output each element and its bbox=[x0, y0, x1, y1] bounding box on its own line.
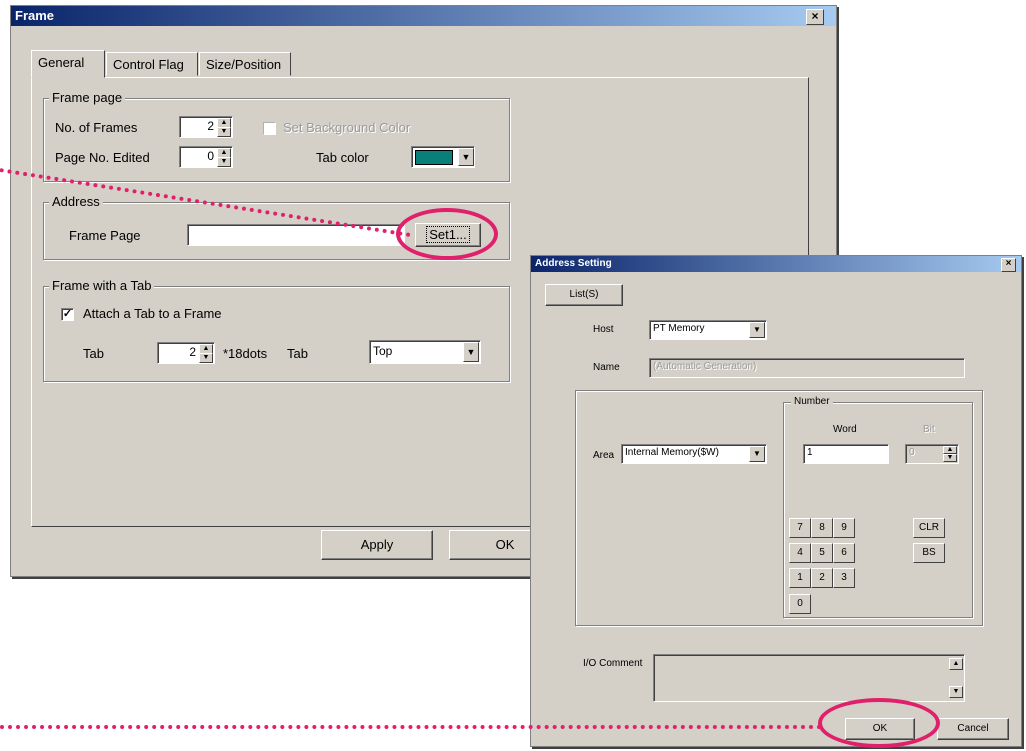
tab-general[interactable]: General bbox=[31, 50, 105, 78]
address-cancel-button-label: Cancel bbox=[957, 723, 989, 734]
io-comment-label: I/O Comment bbox=[583, 658, 643, 669]
name-label: Name bbox=[593, 362, 620, 373]
bit-value: 0 bbox=[909, 447, 915, 458]
annotation-dotted-line-bottom bbox=[0, 725, 822, 729]
key-7[interactable]: 7 bbox=[789, 518, 811, 538]
address-legend: Address bbox=[49, 194, 103, 209]
word-label: Word bbox=[833, 424, 857, 435]
page-no-edited-value: 0 bbox=[207, 149, 214, 163]
frame-page-group bbox=[43, 98, 510, 182]
key-1[interactable]: 1 bbox=[789, 568, 811, 588]
key-3[interactable]: 3 bbox=[833, 568, 855, 588]
page-no-edited-label: Page No. Edited bbox=[55, 150, 150, 165]
key-6[interactable]: 6 bbox=[833, 543, 855, 563]
close-icon[interactable]: × bbox=[806, 9, 824, 25]
spin-down-icon[interactable]: ▼ bbox=[199, 353, 213, 363]
no-of-frames-value: 2 bbox=[207, 119, 214, 133]
tab-color-label: Tab color bbox=[316, 150, 369, 165]
word-input[interactable]: 1 bbox=[803, 444, 889, 464]
chevron-down-icon[interactable]: ▼ bbox=[749, 446, 765, 462]
set-bg-color-checkbox[interactable] bbox=[263, 122, 276, 135]
frame-dialog-title: Frame bbox=[15, 8, 55, 23]
key-8[interactable]: 8 bbox=[811, 518, 833, 538]
annotation-ring-ok-button bbox=[818, 698, 940, 748]
scroll-up-icon[interactable]: ▲ bbox=[949, 658, 963, 670]
tab-size-label: Tab bbox=[83, 346, 104, 361]
close-icon[interactable]: × bbox=[1001, 258, 1016, 272]
frame-with-tab-legend: Frame with a Tab bbox=[49, 278, 155, 293]
tab-position-label: Tab bbox=[287, 346, 308, 361]
list-button[interactable]: List(S) bbox=[545, 284, 623, 306]
key-5[interactable]: 5 bbox=[811, 543, 833, 563]
word-value: 1 bbox=[807, 447, 813, 458]
area-select[interactable]: Internal Memory($W) bbox=[621, 444, 767, 464]
set-bg-color-label: Set Background Color bbox=[283, 120, 411, 135]
tab-size-unit-label: *18dots bbox=[223, 346, 268, 361]
frame-page-address-label: Frame Page bbox=[69, 228, 141, 243]
bs-button[interactable]: BS bbox=[913, 543, 945, 563]
io-comment-input[interactable] bbox=[653, 654, 965, 702]
spin-up-icon: ▲ bbox=[943, 446, 957, 454]
spin-down-icon[interactable]: ▼ bbox=[217, 157, 231, 167]
spin-down-icon: ▼ bbox=[943, 454, 957, 462]
tab-size-value: 2 bbox=[189, 345, 196, 359]
tab-size-position[interactable]: Size/Position bbox=[199, 52, 291, 76]
attach-tab-label: Attach a Tab to a Frame bbox=[83, 306, 222, 321]
address-cancel-button[interactable]: Cancel bbox=[937, 718, 1009, 740]
name-input: (Automatic Generation) bbox=[649, 358, 965, 378]
clr-button[interactable]: CLR bbox=[913, 518, 945, 538]
key-9[interactable]: 9 bbox=[833, 518, 855, 538]
frame-dialog-titlebar: Frame bbox=[11, 6, 836, 26]
tab-control-flag[interactable]: Control Flag bbox=[106, 52, 198, 76]
area-label: Area bbox=[593, 450, 615, 461]
number-legend: Number bbox=[791, 396, 833, 407]
name-value: (Automatic Generation) bbox=[653, 361, 757, 372]
host-label: Host bbox=[593, 324, 614, 335]
bit-label: Bit bbox=[923, 424, 935, 435]
key-2[interactable]: 2 bbox=[811, 568, 833, 588]
apply-button[interactable]: Apply bbox=[321, 530, 433, 560]
scroll-down-icon[interactable]: ▼ bbox=[949, 686, 963, 698]
annotation-ring-set-button bbox=[396, 208, 498, 260]
frame-ok-button-label: OK bbox=[495, 537, 515, 552]
address-dialog-titlebar: Address Setting bbox=[531, 256, 1021, 272]
chevron-down-icon[interactable]: ▼ bbox=[458, 148, 474, 166]
no-of-frames-label: No. of Frames bbox=[55, 120, 138, 135]
address-setting-dialog: Address Setting × List(S) Host PT Memory… bbox=[530, 255, 1022, 747]
tab-position-value: Top bbox=[373, 344, 393, 358]
address-dialog-title: Address Setting bbox=[535, 258, 612, 269]
area-value: Internal Memory($W) bbox=[625, 447, 719, 458]
list-button-label: List(S) bbox=[569, 289, 599, 300]
attach-tab-checkbox[interactable]: ✓ bbox=[61, 308, 74, 321]
key-4[interactable]: 4 bbox=[789, 543, 811, 563]
tab-color-swatch bbox=[415, 150, 453, 165]
host-value: PT Memory bbox=[653, 323, 705, 334]
frame-with-tab-group bbox=[43, 286, 510, 382]
spin-down-icon[interactable]: ▼ bbox=[217, 127, 231, 137]
chevron-down-icon[interactable]: ▼ bbox=[463, 342, 479, 362]
chevron-down-icon[interactable]: ▼ bbox=[749, 322, 765, 338]
frame-page-legend: Frame page bbox=[49, 90, 126, 105]
apply-button-label: Apply bbox=[360, 537, 394, 552]
key-0[interactable]: 0 bbox=[789, 594, 811, 614]
